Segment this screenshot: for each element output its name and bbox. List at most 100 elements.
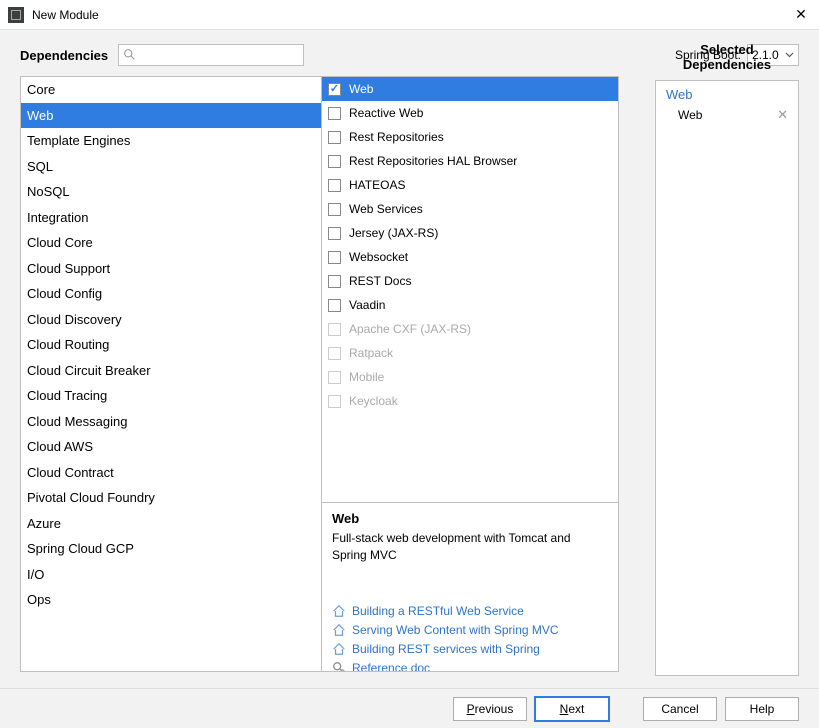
next-button[interactable]: Next <box>535 697 609 721</box>
selected-group: Web <box>656 81 798 104</box>
checkbox[interactable] <box>328 275 341 288</box>
dependency-item[interactable]: Reactive Web <box>322 101 618 125</box>
category-item[interactable]: I/O <box>21 562 321 588</box>
category-item[interactable]: Cloud Routing <box>21 332 321 358</box>
category-item[interactable]: Cloud Circuit Breaker <box>21 358 321 384</box>
dependency-item[interactable]: HATEOAS <box>322 173 618 197</box>
checkbox[interactable] <box>328 203 341 216</box>
dependency-label: Jersey (JAX-RS) <box>349 224 438 242</box>
category-item[interactable]: Core <box>21 77 321 103</box>
previous-button[interactable]: Previous <box>453 697 527 721</box>
checkbox <box>328 347 341 360</box>
dependency-item[interactable]: REST Docs <box>322 269 618 293</box>
category-item[interactable]: Cloud AWS <box>21 434 321 460</box>
category-item[interactable]: Cloud Discovery <box>21 307 321 333</box>
selected-dependencies-box: Web Web ✕ <box>655 80 799 676</box>
home-icon <box>332 623 346 637</box>
next-label: ext <box>568 702 584 716</box>
description-text: Full-stack web development with Tomcat a… <box>332 530 608 564</box>
doc-link-row: Reference doc <box>332 661 608 672</box>
category-item[interactable]: Ops <box>21 587 321 613</box>
dependency-label: Reactive Web <box>349 104 423 122</box>
dependency-item[interactable]: Web Services <box>322 197 618 221</box>
dependency-item[interactable]: Rest Repositories HAL Browser <box>322 149 618 173</box>
home-icon <box>332 604 346 618</box>
doc-link[interactable]: Building a RESTful Web Service <box>352 604 524 618</box>
help-button[interactable]: Help <box>725 697 799 721</box>
category-item[interactable]: Azure <box>21 511 321 537</box>
close-button[interactable]: ✕ <box>791 5 811 25</box>
checkbox[interactable] <box>328 251 341 264</box>
category-item[interactable]: Cloud Messaging <box>21 409 321 435</box>
dependency-item: Ratpack <box>322 341 618 365</box>
category-item[interactable]: Cloud Support <box>21 256 321 282</box>
dependency-label: Websocket <box>349 248 408 266</box>
checkbox <box>328 371 341 384</box>
doc-link[interactable]: Reference doc <box>352 661 430 672</box>
category-item[interactable]: Web <box>21 103 321 129</box>
selected-item: Web ✕ <box>656 104 798 126</box>
dependency-label: Web <box>349 80 373 98</box>
dependency-label: Keycloak <box>349 392 398 410</box>
checkbox[interactable] <box>328 155 341 168</box>
category-list[interactable]: CoreWebTemplate EnginesSQLNoSQLIntegrati… <box>20 76 322 672</box>
category-item[interactable]: Integration <box>21 205 321 231</box>
description-box: Web Full-stack web development with Tomc… <box>321 502 619 672</box>
category-item[interactable]: Template Engines <box>21 128 321 154</box>
dependency-item[interactable]: Jersey (JAX-RS) <box>322 221 618 245</box>
dependency-label: REST Docs <box>349 272 411 290</box>
category-item[interactable]: Pivotal Cloud Foundry <box>21 485 321 511</box>
doc-link-row: Building a RESTful Web Service <box>332 604 608 618</box>
dependencies-label: Dependencies <box>20 48 108 63</box>
dependency-item: Keycloak <box>322 389 618 413</box>
checkbox[interactable] <box>328 107 341 120</box>
dependency-item: Mobile <box>322 365 618 389</box>
dependency-item[interactable]: Vaadin <box>322 293 618 317</box>
doc-link-row: Serving Web Content with Spring MVC <box>332 623 608 637</box>
dependency-item: Apache CXF (JAX-RS) <box>322 317 618 341</box>
titlebar: New Module ✕ <box>0 0 819 30</box>
checkbox <box>328 323 341 336</box>
dependency-item[interactable]: Websocket <box>322 245 618 269</box>
doc-link[interactable]: Serving Web Content with Spring MVC <box>352 623 559 637</box>
reference-icon <box>332 661 346 672</box>
dependency-label: HATEOAS <box>349 176 405 194</box>
window-title: New Module <box>32 8 791 22</box>
dependency-item[interactable]: Rest Repositories <box>322 125 618 149</box>
app-icon <box>8 7 24 23</box>
search-icon <box>123 48 136 61</box>
category-item[interactable]: Cloud Tracing <box>21 383 321 409</box>
dependency-label: Web Services <box>349 200 423 218</box>
button-bar: Previous Next Cancel Help <box>0 688 819 728</box>
dependency-label: Ratpack <box>349 344 393 362</box>
dependency-label: Apache CXF (JAX-RS) <box>349 320 471 338</box>
previous-label: revious <box>475 702 514 716</box>
checkbox[interactable] <box>328 299 341 312</box>
checkbox[interactable] <box>328 83 341 96</box>
category-item[interactable]: NoSQL <box>21 179 321 205</box>
doc-link[interactable]: Building REST services with Spring <box>352 642 540 656</box>
category-item[interactable]: Spring Cloud GCP <box>21 536 321 562</box>
doc-link-row: Building REST services with Spring <box>332 642 608 656</box>
dependency-label: Rest Repositories <box>349 128 444 146</box>
dependency-label: Mobile <box>349 368 384 386</box>
category-item[interactable]: Cloud Core <box>21 230 321 256</box>
category-item[interactable]: SQL <box>21 154 321 180</box>
dependency-item[interactable]: Web <box>322 77 618 101</box>
selected-item-label: Web <box>678 108 702 122</box>
category-item[interactable]: Cloud Contract <box>21 460 321 486</box>
checkbox[interactable] <box>328 179 341 192</box>
checkbox <box>328 395 341 408</box>
dependency-list[interactable]: Web Reactive Web Rest Repositories Rest Rep… <box>321 76 619 503</box>
category-item[interactable]: Cloud Config <box>21 281 321 307</box>
remove-button[interactable]: ✕ <box>777 107 788 123</box>
checkbox[interactable] <box>328 131 341 144</box>
description-title: Web <box>332 511 608 526</box>
cancel-button[interactable]: Cancel <box>643 697 717 721</box>
dependency-label: Vaadin <box>349 296 385 314</box>
selected-dependencies-title: Selected Dependencies <box>655 42 799 72</box>
search-input[interactable] <box>118 44 304 66</box>
dependency-label: Rest Repositories HAL Browser <box>349 152 517 170</box>
checkbox[interactable] <box>328 227 341 240</box>
home-icon <box>332 642 346 656</box>
